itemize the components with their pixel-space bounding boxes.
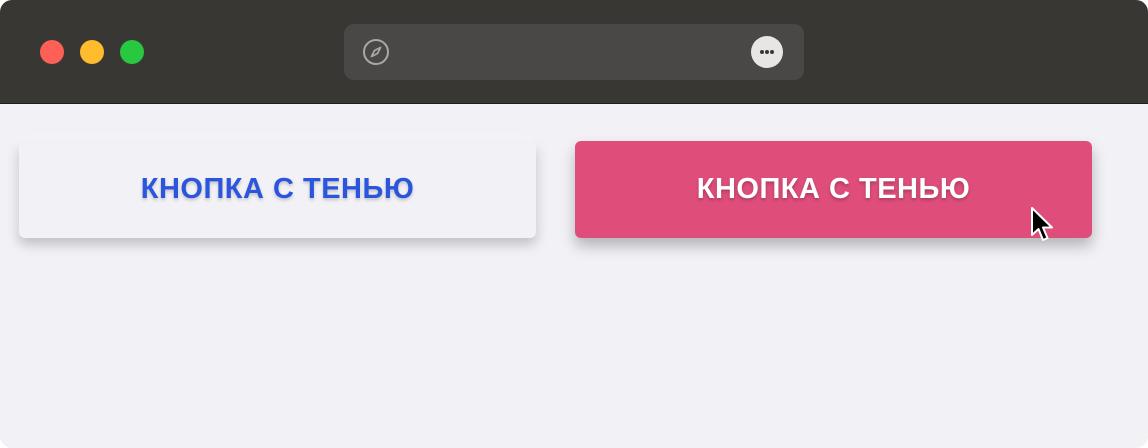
close-window-button[interactable] xyxy=(40,40,64,64)
more-options-icon[interactable] xyxy=(751,36,783,68)
arrow-cursor-icon xyxy=(1031,207,1053,241)
minimize-window-button[interactable] xyxy=(80,40,104,64)
compass-icon xyxy=(363,39,389,65)
shadow-button-pink[interactable]: КНОПКА С ТЕНЬЮ xyxy=(575,141,1092,238)
shadow-button-light[interactable]: КНОПКА С ТЕНЬЮ xyxy=(19,141,536,238)
address-bar[interactable] xyxy=(344,24,804,80)
page-content: КНОПКА С ТЕНЬЮ КНОПКА С ТЕНЬЮ xyxy=(0,104,1148,448)
browser-window: КНОПКА С ТЕНЬЮ КНОПКА С ТЕНЬЮ xyxy=(0,0,1148,448)
title-bar xyxy=(0,0,1148,104)
maximize-window-button[interactable] xyxy=(120,40,144,64)
